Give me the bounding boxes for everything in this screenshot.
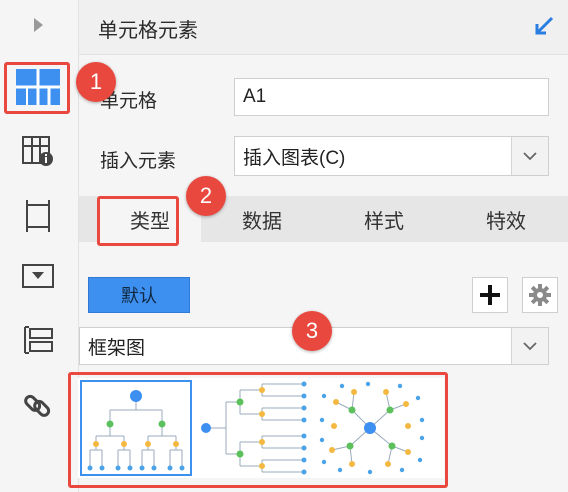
layout-icon[interactable] — [14, 319, 62, 361]
tab-effects[interactable]: 特效 — [455, 196, 557, 242]
tab-style[interactable]: 样式 — [333, 196, 435, 242]
chevron-down-icon[interactable] — [511, 328, 548, 364]
tab-data[interactable]: 数据 — [211, 196, 313, 242]
cell-attributes-icon[interactable] — [14, 130, 62, 172]
chevron-down-icon[interactable] — [511, 137, 548, 175]
default-style-button[interactable]: 默认 — [88, 277, 190, 313]
tab-effects-label: 特效 — [486, 210, 526, 233]
hyperlink-icon[interactable] — [14, 385, 62, 427]
callout-box-1 — [4, 62, 70, 114]
tab-style-label: 样式 — [364, 210, 404, 233]
callout-badge-3: 3 — [292, 311, 332, 351]
callout-box-3 — [68, 372, 448, 488]
callout-badge-1: 1 — [76, 62, 116, 102]
tab-data-label: 数据 — [242, 210, 282, 233]
insert-element-select[interactable]: 插入图表(C) — [234, 136, 549, 176]
callout-box-2 — [97, 196, 179, 246]
plus-icon[interactable] — [472, 277, 508, 313]
cell-input[interactable]: A1 — [234, 78, 549, 116]
float-element-icon[interactable] — [14, 195, 62, 237]
panel-title: 单元格元素 — [98, 20, 198, 42]
collapse-panel-icon[interactable] — [534, 16, 554, 41]
insert-element-label: 插入元素 — [100, 151, 177, 172]
chart-type-value: 框架图 — [88, 337, 146, 359]
insert-element-value: 插入图表(C) — [243, 147, 346, 169]
callout-badge-2: 2 — [186, 176, 226, 216]
collapse-arrow-icon[interactable] — [14, 4, 62, 46]
widget-dropdown-icon[interactable] — [14, 256, 62, 298]
gear-icon[interactable] — [522, 277, 558, 313]
